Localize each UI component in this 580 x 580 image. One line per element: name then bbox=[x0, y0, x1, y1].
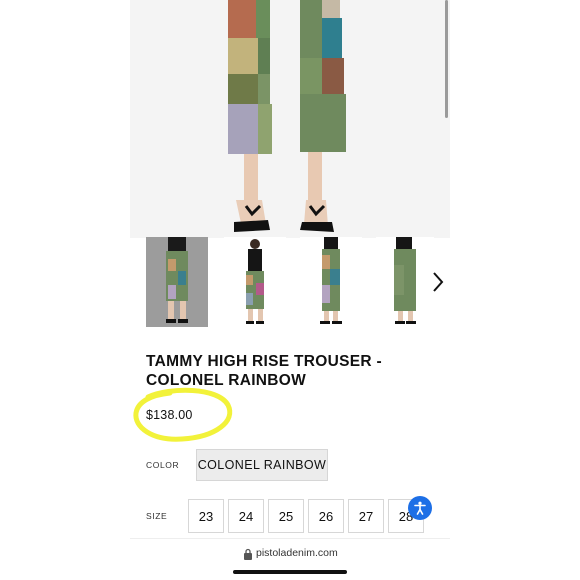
browser-address-bar[interactable]: pistoladenim.com bbox=[130, 538, 450, 580]
thumbnail-2[interactable] bbox=[224, 237, 286, 327]
lock-icon bbox=[244, 548, 252, 560]
thumbnail-strip bbox=[146, 237, 446, 327]
home-indicator[interactable] bbox=[233, 570, 347, 574]
browser-url[interactable]: pistoladenim.com bbox=[256, 547, 338, 559]
hero-trouser-illustration bbox=[130, 0, 450, 238]
size-option-26[interactable]: 26 bbox=[308, 499, 344, 533]
size-label: SIZE bbox=[146, 511, 168, 521]
thumbnail-1[interactable] bbox=[146, 237, 208, 327]
size-option-25[interactable]: 25 bbox=[268, 499, 304, 533]
thumbnail-3[interactable] bbox=[300, 237, 362, 327]
color-label: COLOR bbox=[146, 460, 180, 470]
size-option-24[interactable]: 24 bbox=[228, 499, 264, 533]
product-hero-image[interactable] bbox=[130, 0, 450, 238]
page-scrollbar[interactable] bbox=[445, 0, 448, 118]
size-option-27[interactable]: 27 bbox=[348, 499, 384, 533]
product-page: TAMMY HIGH RISE TROUSER - COLONEL RAINBO… bbox=[130, 0, 450, 580]
screen: TAMMY HIGH RISE TROUSER - COLONEL RAINBO… bbox=[0, 0, 580, 580]
chevron-right-icon[interactable] bbox=[428, 267, 448, 297]
product-title: TAMMY HIGH RISE TROUSER - COLONEL RAINBO… bbox=[146, 353, 382, 389]
accessibility-icon[interactable] bbox=[408, 496, 432, 520]
color-option-button[interactable]: COLONEL RAINBOW bbox=[196, 449, 328, 481]
size-option-23[interactable]: 23 bbox=[188, 499, 224, 533]
product-price: $138.00 bbox=[146, 408, 193, 422]
thumbnail-4[interactable] bbox=[376, 237, 434, 327]
